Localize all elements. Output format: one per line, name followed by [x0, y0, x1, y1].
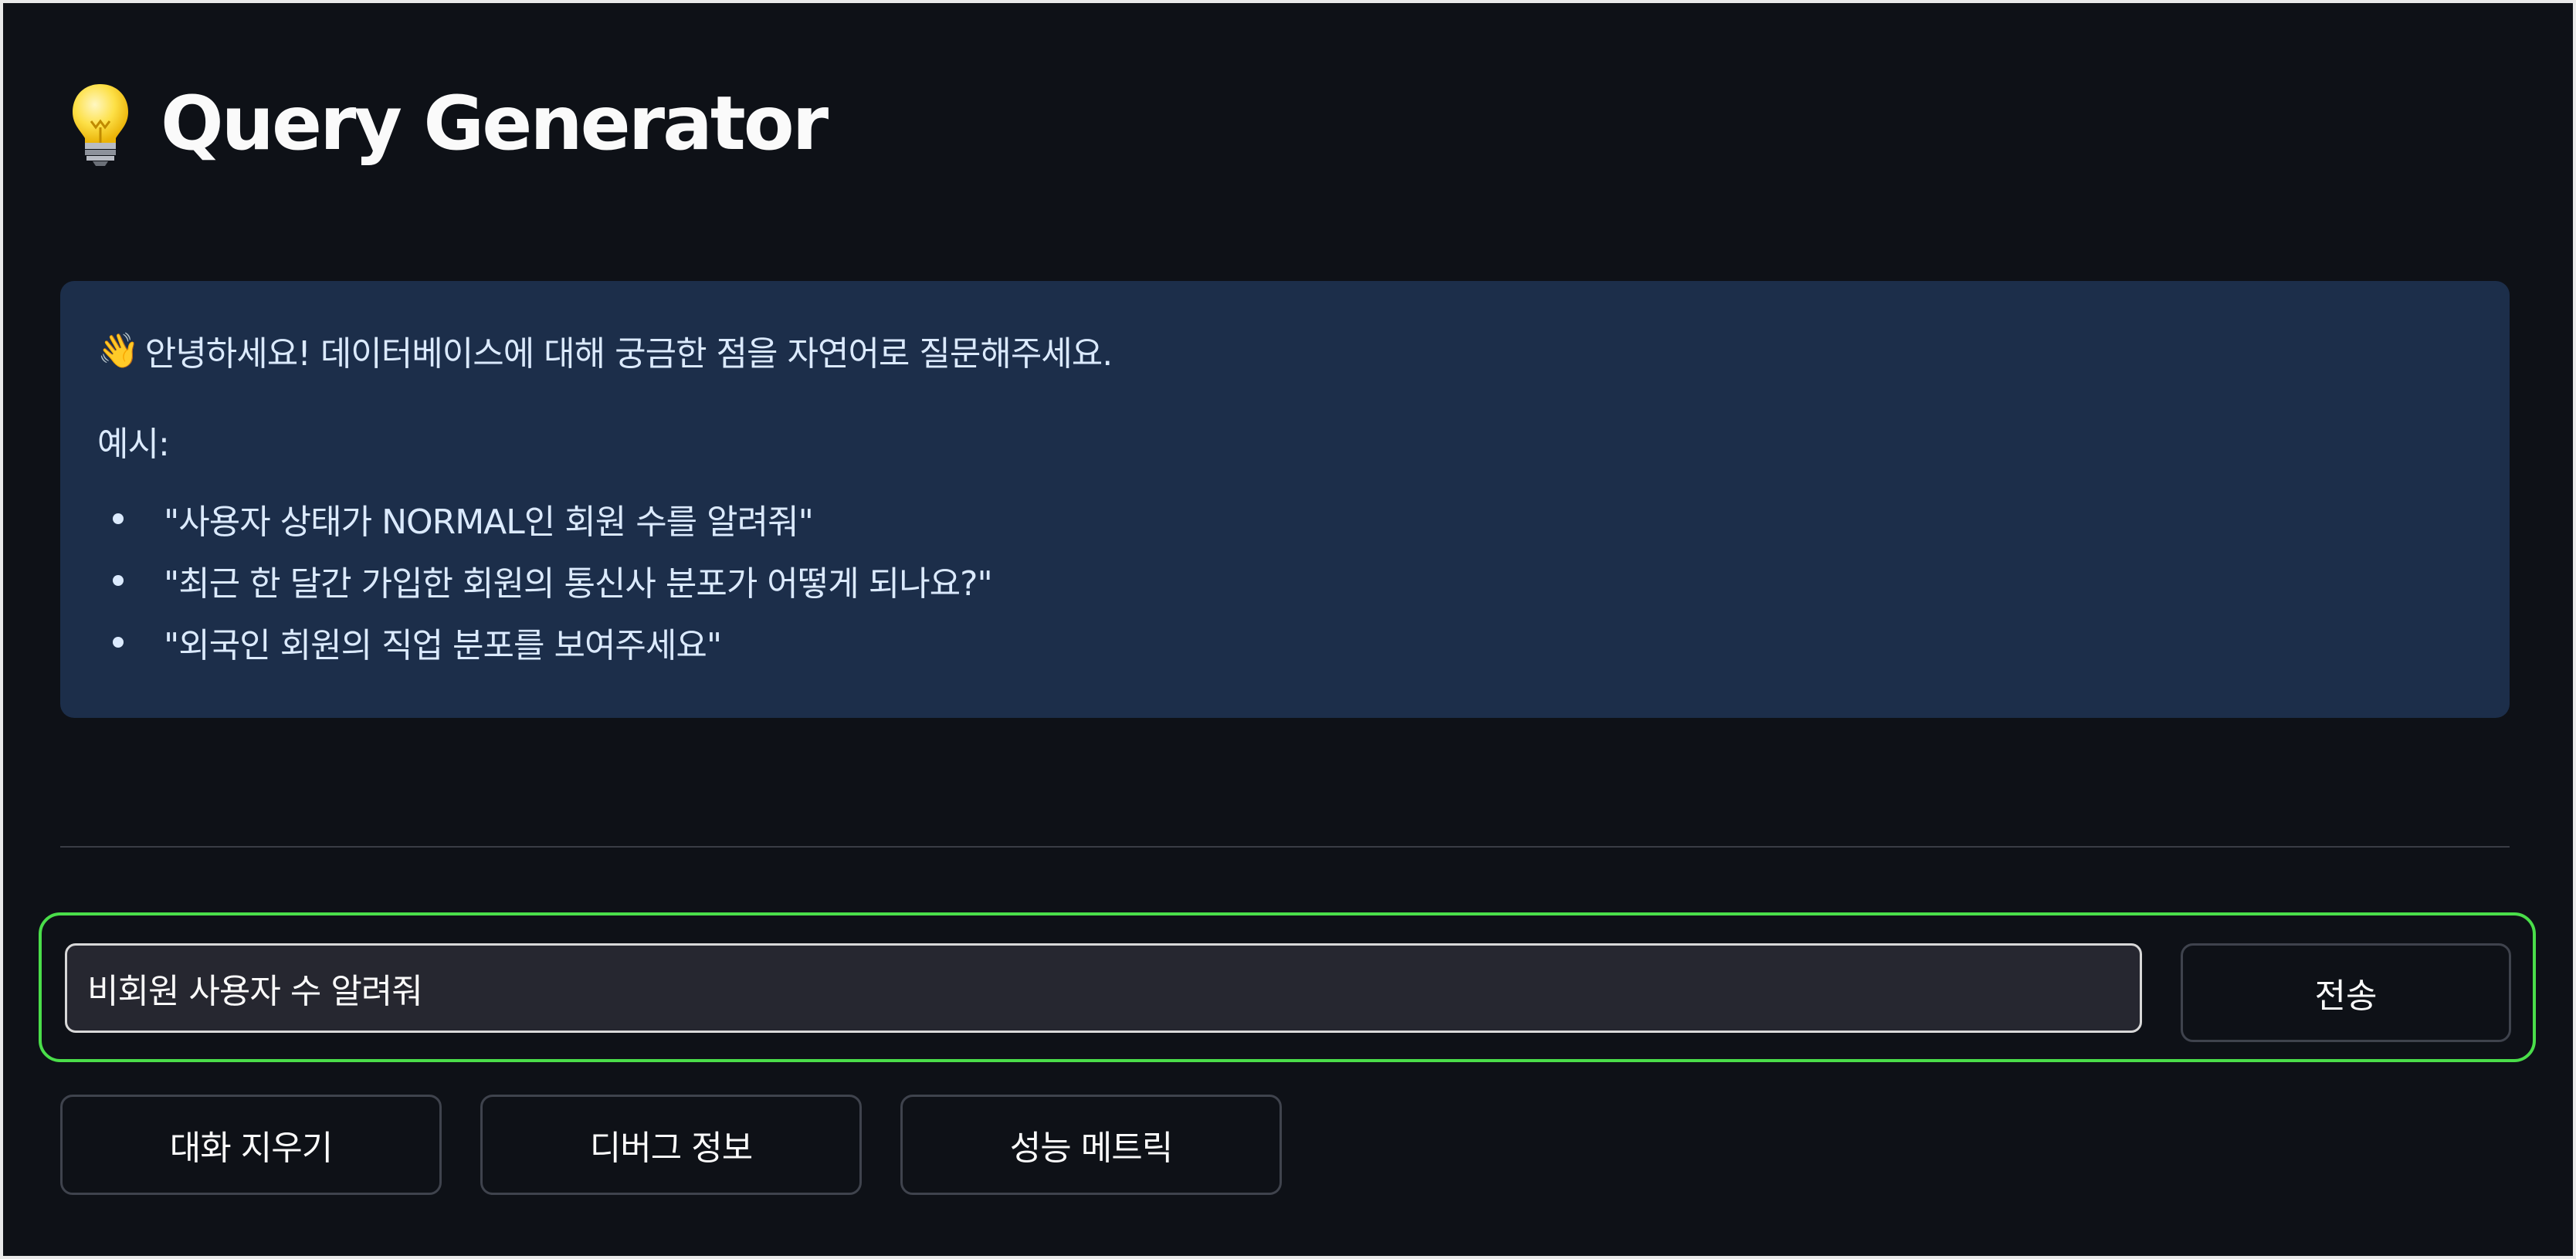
list-item: "외국인 회원의 직업 분포를 보여주세요": [97, 611, 992, 673]
bullet-icon: [113, 513, 124, 524]
list-item: "사용자 상태가 NORMAL인 회원 수를 알려줘": [97, 488, 992, 550]
query-input[interactable]: [65, 943, 2142, 1033]
performance-metrics-button[interactable]: 성능 메트릭: [900, 1095, 1282, 1195]
action-buttons: 대화 지우기 디버그 정보 성능 메트릭: [60, 1095, 1282, 1195]
example-text: "외국인 회원의 직업 분포를 보여주세요": [164, 626, 722, 665]
waving-hand-icon: 👋: [97, 331, 140, 371]
examples-label: 예시:: [97, 425, 170, 464]
example-text: "최근 한 달간 가입한 회원의 통신사 분포가 어떻게 되나요?": [164, 564, 993, 604]
debug-info-button[interactable]: 디버그 정보: [480, 1095, 862, 1195]
example-text: "사용자 상태가 NORMAL인 회원 수를 알려줘": [164, 503, 814, 542]
lightbulb-icon: [68, 81, 133, 166]
page-title: Query Generator: [161, 80, 829, 167]
list-item: "최근 한 달간 가입한 회원의 통신사 분포가 어떻게 되나요?": [97, 550, 993, 611]
info-alert: 👋 안녕하세요! 데이터베이스에 대해 궁금한 점을 자연어로 질문해주세요. …: [60, 281, 2510, 718]
bullet-icon: [113, 637, 124, 648]
app-window: Query Generator 👋 안녕하세요! 데이터베이스에 대해 궁금한 …: [0, 0, 2576, 1259]
greeting-line: 👋 안녕하세요! 데이터베이스에 대해 궁금한 점을 자연어로 질문해주세요.: [97, 326, 1113, 375]
divider: [60, 846, 2510, 848]
send-button[interactable]: 전송: [2181, 943, 2511, 1042]
page-header: Query Generator: [68, 77, 829, 170]
greeting-text: 안녕하세요! 데이터베이스에 대해 궁금한 점을 자연어로 질문해주세요.: [144, 334, 1113, 374]
query-form: 전송: [39, 912, 2536, 1062]
clear-chat-button[interactable]: 대화 지우기: [60, 1095, 442, 1195]
bullet-icon: [113, 575, 124, 586]
examples-list: "사용자 상태가 NORMAL인 회원 수를 알려줘" "최근 한 달간 가입한…: [97, 488, 993, 673]
